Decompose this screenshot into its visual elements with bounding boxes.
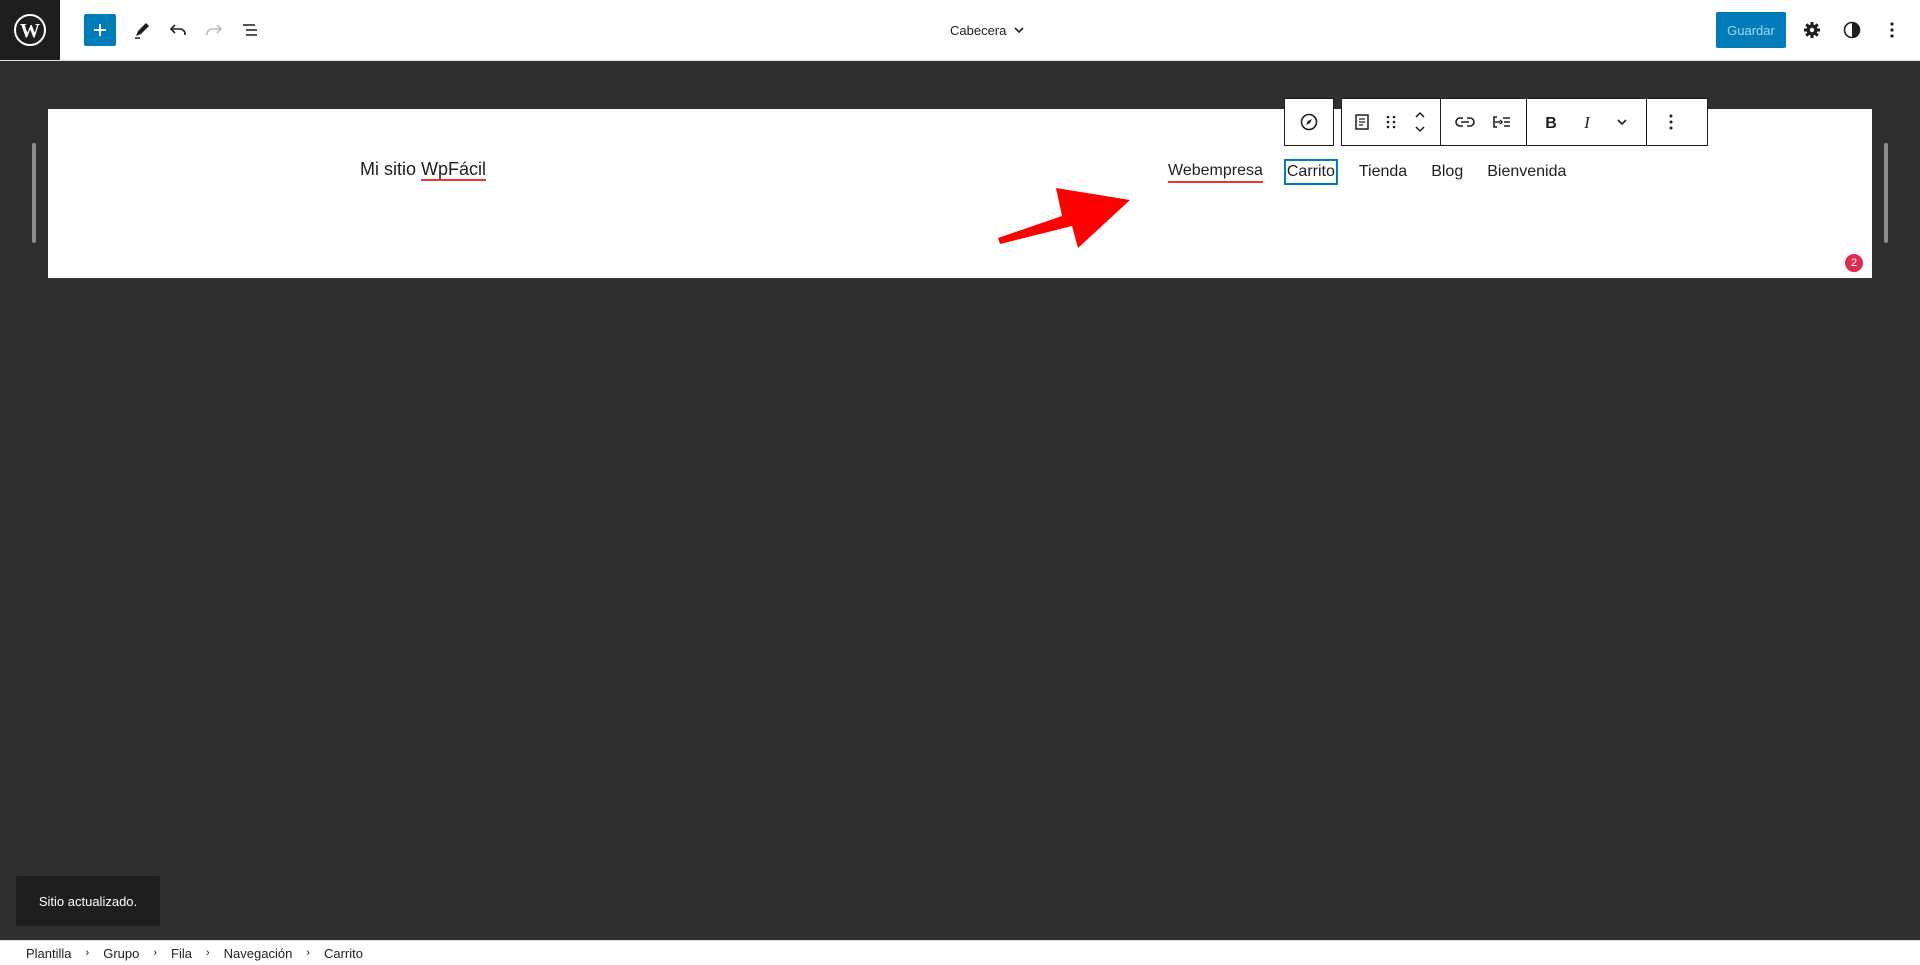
block-toolbar: B I: [1341, 98, 1708, 146]
notification-badge[interactable]: 2: [1845, 254, 1863, 272]
block-parent-toolbar: [1284, 98, 1334, 146]
nav-item-bienvenida[interactable]: Bienvenida: [1487, 162, 1566, 182]
breadcrumb-fila[interactable]: Fila: [171, 946, 192, 961]
more-vertical-icon: [1669, 114, 1672, 130]
site-title-suffix: WpFácil: [421, 159, 487, 181]
contrast-icon: [1843, 21, 1861, 39]
chevron-up-down-icon: [1415, 111, 1425, 133]
breadcrumb-plantilla[interactable]: Plantilla: [26, 946, 72, 961]
more-vertical-icon: [1890, 22, 1894, 38]
tools-button[interactable]: [126, 14, 158, 46]
link-button[interactable]: [1447, 100, 1483, 144]
nav-item-blog[interactable]: Blog: [1431, 162, 1463, 182]
italic-button[interactable]: I: [1569, 100, 1605, 144]
add-submenu-button[interactable]: [1483, 100, 1519, 144]
settings-button[interactable]: [1796, 14, 1828, 46]
redo-button[interactable]: [198, 14, 230, 46]
breadcrumb-navegacion[interactable]: Navegación: [224, 946, 293, 961]
canvas-resize-handle-right[interactable]: [1884, 143, 1888, 243]
canvas-resize-handle-left[interactable]: [32, 143, 36, 243]
nav-item-tienda[interactable]: Tienda: [1359, 162, 1407, 182]
breadcrumb-grupo[interactable]: Grupo: [103, 946, 139, 961]
chevron-right-icon: ›: [306, 947, 310, 959]
svg-text:W: W: [20, 20, 40, 42]
pencil-icon: [135, 23, 149, 39]
link-icon: [1455, 117, 1475, 127]
styles-button[interactable]: [1836, 14, 1868, 46]
undo-button[interactable]: [162, 14, 194, 46]
chevron-right-icon: ›: [153, 947, 158, 959]
site-title-prefix: Mi sitio: [360, 159, 422, 179]
site-title[interactable]: Mi sitio WpFácil: [360, 159, 487, 181]
bold-icon: B: [1545, 115, 1557, 130]
document-title: Cabecera: [950, 22, 1007, 38]
wordpress-icon: W: [14, 14, 46, 46]
gear-icon: [1804, 22, 1820, 38]
svg-text:B: B: [1545, 115, 1557, 130]
nav-item-carrito[interactable]: Carrito: [1283, 159, 1338, 185]
block-type-button[interactable]: [1348, 100, 1377, 144]
select-parent-navigation-button[interactable]: [1285, 100, 1333, 144]
drag-handle-icon: [1386, 115, 1396, 129]
block-options-button[interactable]: [1653, 100, 1688, 144]
breadcrumb-carrito: Carrito: [323, 945, 363, 961]
move-up-down-button[interactable]: [1405, 100, 1434, 144]
navigation-block[interactable]: Webempresa Carrito Tienda Blog Bienvenid…: [1168, 159, 1566, 185]
chevron-right-icon: ›: [205, 947, 210, 959]
italic-icon: I: [1583, 114, 1591, 130]
list-view-button[interactable]: [234, 14, 266, 46]
compass-icon: [1300, 113, 1318, 131]
chevron-down-icon: [1014, 27, 1024, 34]
annotation-arrow-icon: [998, 188, 1130, 248]
more-formatting-button[interactable]: [1604, 100, 1640, 144]
options-button[interactable]: [1876, 14, 1908, 46]
bold-button[interactable]: B: [1533, 100, 1569, 144]
submenu-icon: [1493, 116, 1510, 128]
add-block-button[interactable]: [84, 14, 116, 46]
top-toolbar: W Cabecera Guardar: [0, 0, 1920, 61]
page-icon: [1355, 114, 1370, 130]
nav-item-webempresa[interactable]: Webempresa: [1168, 161, 1263, 183]
redo-icon: [206, 24, 223, 35]
list-view-icon: [243, 24, 257, 36]
block-breadcrumb: Plantilla › Grupo › Fila › Navegación › …: [0, 940, 1920, 965]
document-title-dropdown[interactable]: Cabecera: [950, 0, 1026, 60]
wordpress-logo-button[interactable]: W: [0, 0, 60, 60]
chevron-down-icon: [1617, 119, 1627, 126]
undo-icon: [169, 24, 186, 35]
chevron-right-icon: ›: [85, 947, 90, 959]
save-button[interactable]: Guardar: [1716, 12, 1786, 48]
drag-handle[interactable]: [1377, 100, 1406, 144]
plus-icon: [94, 24, 106, 36]
svg-text:I: I: [1583, 114, 1591, 130]
snackbar-message: Sitio actualizado.: [38, 893, 138, 909]
snackbar-notice[interactable]: Sitio actualizado.: [16, 876, 160, 926]
